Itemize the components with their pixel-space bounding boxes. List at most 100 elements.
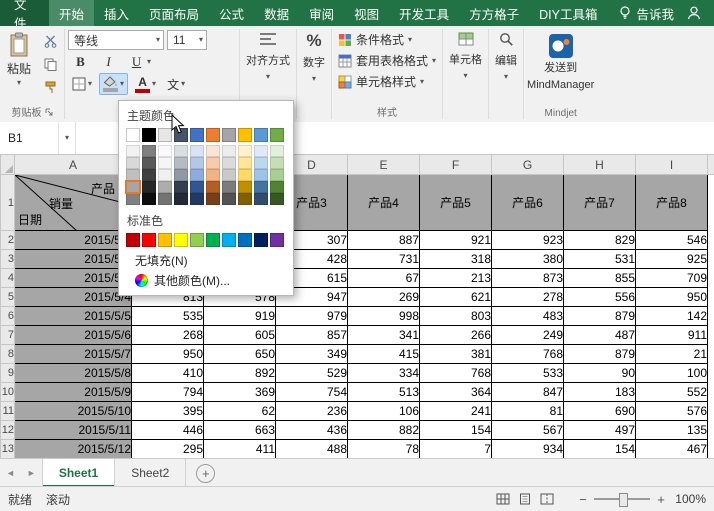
header-cell[interactable]: 产品6	[492, 175, 564, 231]
theme-color-swatch[interactable]	[270, 128, 284, 142]
cut-button[interactable]	[39, 31, 61, 51]
theme-variant-swatch[interactable]	[254, 181, 268, 193]
value-cell[interactable]: 533	[492, 364, 564, 383]
value-cell[interactable]: 531	[564, 250, 636, 269]
value-cell[interactable]: 381	[420, 345, 492, 364]
normal-view-button[interactable]	[496, 493, 510, 505]
value-cell[interactable]: 605	[204, 326, 276, 345]
account-button[interactable]	[674, 0, 714, 26]
theme-variant-swatch[interactable]	[190, 169, 204, 181]
value-cell[interactable]: 487	[564, 326, 636, 345]
theme-variant-swatch[interactable]	[270, 193, 284, 205]
more-colors-option[interactable]: 其他颜色(M)...	[126, 270, 286, 290]
value-cell[interactable]: 266	[420, 326, 492, 345]
theme-variant-swatch[interactable]	[238, 181, 252, 193]
page-layout-view-button[interactable]	[518, 493, 532, 505]
theme-variant-swatch[interactable]	[206, 169, 220, 181]
theme-variant-swatch[interactable]	[206, 193, 220, 205]
zoom-out-button[interactable]: −	[578, 492, 588, 507]
value-cell[interactable]: 278	[492, 288, 564, 307]
theme-variant-swatch[interactable]	[158, 193, 172, 205]
value-cell[interactable]: 135	[636, 421, 708, 440]
row-number[interactable]: 13	[1, 440, 15, 459]
value-cell[interactable]: 950	[636, 288, 708, 307]
value-cell[interactable]: 979	[276, 307, 348, 326]
zoom-slider-thumb[interactable]	[619, 493, 628, 507]
italic-button[interactable]: I	[96, 51, 121, 73]
theme-variant-swatch[interactable]	[270, 157, 284, 169]
value-cell[interactable]: 950	[132, 345, 204, 364]
column-header[interactable]: F	[420, 155, 492, 175]
theme-variant-swatch[interactable]	[126, 181, 140, 193]
value-cell[interactable]: 879	[564, 345, 636, 364]
theme-variant-swatch[interactable]	[222, 145, 236, 157]
page-break-view-button[interactable]	[540, 493, 554, 505]
row-number[interactable]: 8	[1, 345, 15, 364]
row-number[interactable]: 4	[1, 269, 15, 288]
font-color-button[interactable]: A▾	[131, 73, 160, 96]
value-cell[interactable]: 709	[636, 269, 708, 288]
value-cell[interactable]: 529	[276, 364, 348, 383]
zoom-in-button[interactable]: +	[656, 492, 666, 507]
ribbon-tab[interactable]: 方方格子	[459, 0, 529, 26]
theme-variant-swatch[interactable]	[222, 169, 236, 181]
cell-styles-button[interactable]: 单元格样式▾	[335, 71, 439, 92]
header-cell[interactable]: 产品5	[420, 175, 492, 231]
value-cell[interactable]: 341	[348, 326, 420, 345]
value-cell[interactable]: 829	[564, 231, 636, 250]
row-number[interactable]: 2	[1, 231, 15, 250]
value-cell[interactable]: 794	[132, 383, 204, 402]
value-cell[interactable]: 690	[564, 402, 636, 421]
header-cell[interactable]: 产品7	[564, 175, 636, 231]
value-cell[interactable]: 7	[420, 440, 492, 459]
date-cell[interactable]: 2015/5/3	[15, 269, 132, 288]
zoom-level[interactable]: 100%	[672, 492, 706, 506]
borders-button[interactable]: ▾	[68, 74, 96, 94]
value-cell[interactable]: 67	[348, 269, 420, 288]
theme-variant-swatch[interactable]	[270, 181, 284, 193]
new-sheet-button[interactable]: +	[196, 464, 215, 483]
value-cell[interactable]: 78	[348, 440, 420, 459]
value-cell[interactable]: 100	[636, 364, 708, 383]
theme-variant-swatch[interactable]	[254, 145, 268, 157]
value-cell[interactable]: 467	[636, 440, 708, 459]
value-cell[interactable]: 483	[492, 307, 564, 326]
value-cell[interactable]: 241	[420, 402, 492, 421]
ribbon-tab[interactable]: 公式	[209, 0, 254, 26]
value-cell[interactable]: 925	[636, 250, 708, 269]
value-cell[interactable]: 768	[492, 345, 564, 364]
row-number[interactable]: 12	[1, 421, 15, 440]
column-header[interactable]: I	[636, 155, 708, 175]
theme-variant-swatch[interactable]	[238, 145, 252, 157]
row-number[interactable]: 5	[1, 288, 15, 307]
value-cell[interactable]: 436	[276, 421, 348, 440]
ribbon-tab[interactable]: 数据	[254, 0, 299, 26]
value-cell[interactable]: 380	[492, 250, 564, 269]
value-cell[interactable]: 546	[636, 231, 708, 250]
value-cell[interactable]: 535	[132, 307, 204, 326]
value-cell[interactable]: 879	[564, 307, 636, 326]
value-cell[interactable]: 334	[348, 364, 420, 383]
standard-color-swatch[interactable]	[206, 233, 220, 247]
copy-button[interactable]	[39, 54, 61, 74]
header-cell[interactable]: 产品4	[348, 175, 420, 231]
theme-color-swatch[interactable]	[238, 128, 252, 142]
theme-variant-swatch[interactable]	[158, 145, 172, 157]
phonetic-guide-button[interactable]: 文▾	[163, 73, 189, 96]
ribbon-tab[interactable]: 插入	[94, 0, 139, 26]
row-number[interactable]: 1	[1, 175, 15, 231]
ribbon-tab[interactable]: 开始	[49, 0, 94, 26]
theme-variant-swatch[interactable]	[190, 157, 204, 169]
column-header[interactable]: G	[492, 155, 564, 175]
value-cell[interactable]: 295	[132, 440, 204, 459]
bold-button[interactable]: B	[68, 51, 93, 73]
theme-variant-swatch[interactable]	[174, 145, 188, 157]
theme-variant-swatch[interactable]	[158, 169, 172, 181]
number-group-button[interactable]: % 数字 ▾	[297, 26, 331, 122]
theme-variant-swatch[interactable]	[174, 193, 188, 205]
select-all-corner[interactable]	[1, 155, 15, 175]
value-cell[interactable]: 857	[276, 326, 348, 345]
theme-color-swatch[interactable]	[206, 128, 220, 142]
standard-color-swatch[interactable]	[238, 233, 252, 247]
theme-variant-swatch[interactable]	[206, 157, 220, 169]
